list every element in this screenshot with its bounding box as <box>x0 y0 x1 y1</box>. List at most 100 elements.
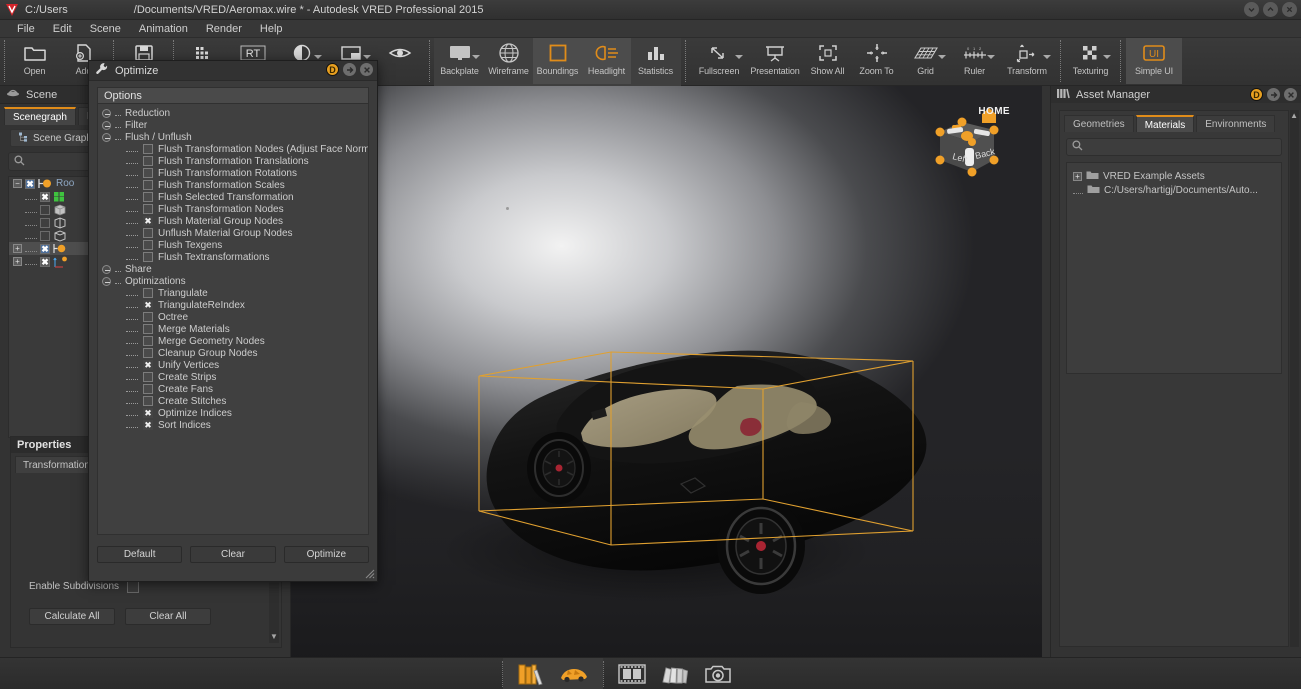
toolbar-button-transform[interactable]: Transform <box>999 38 1055 84</box>
options-leaf-row[interactable]: Flush Transformation Nodes <box>98 203 368 215</box>
enable-subdivisions-checkbox[interactable] <box>127 580 140 593</box>
optimize-dialog[interactable]: Optimize D Options Reduction Filter Flush … <box>88 60 378 582</box>
tree-visibility-checkbox[interactable]: ✖ <box>40 256 50 267</box>
toolbar-button-open[interactable]: Open <box>10 38 59 84</box>
toolbar-button-visible[interactable] <box>375 38 424 84</box>
menu-file[interactable]: File <box>8 20 44 38</box>
cards-icon[interactable] <box>660 664 690 684</box>
options-leaf-row[interactable]: Flush Transformation Rotations <box>98 167 368 179</box>
options-leaf-row[interactable]: Flush Transformation Scales <box>98 179 368 191</box>
collapse-icon[interactable] <box>102 276 111 286</box>
library-books-icon[interactable] <box>517 662 545 686</box>
clear-all-button[interactable]: Clear All <box>125 608 211 625</box>
chevron-down-icon[interactable] <box>1103 55 1111 59</box>
options-category-row[interactable]: Filter <box>98 119 368 131</box>
toolbar-button-show-all[interactable]: Show All <box>803 38 852 84</box>
options-leaf-row[interactable]: Create Fans <box>98 383 368 395</box>
options-leaf-row[interactable]: Unflush Material Group Nodes <box>98 227 368 239</box>
dock-badge-d-icon[interactable]: D <box>326 63 339 76</box>
default-button[interactable]: Default <box>97 546 183 563</box>
tab-scenegraph[interactable]: Scenegraph <box>4 107 76 125</box>
option-checkbox[interactable] <box>143 168 153 178</box>
3d-viewport[interactable]: HOME Left Back <box>291 86 1042 657</box>
options-category-row[interactable]: Flush / Unflush <box>98 131 368 143</box>
menu-help[interactable]: Help <box>251 20 292 38</box>
close-button[interactable] <box>1282 2 1297 17</box>
option-checkbox[interactable] <box>143 216 153 226</box>
close-circle-icon[interactable] <box>1284 88 1297 101</box>
list-item[interactable]: C:/Users/hartigj/Documents/Auto... <box>1073 183 1281 197</box>
calculate-all-button[interactable]: Calculate All <box>29 608 115 625</box>
option-checkbox[interactable] <box>143 348 153 358</box>
option-checkbox[interactable] <box>143 144 153 154</box>
options-leaf-row[interactable]: Flush Transformation Nodes (Adjust Face … <box>98 143 368 155</box>
menu-animation[interactable]: Animation <box>130 20 197 38</box>
clear-button[interactable]: Clear <box>190 546 276 563</box>
resize-grip-icon[interactable] <box>361 565 375 579</box>
minimize-button[interactable] <box>1244 2 1259 17</box>
tree-expander-icon[interactable]: + <box>1073 171 1082 181</box>
chevron-down-icon[interactable] <box>1043 55 1051 59</box>
tree-visibility-checkbox[interactable] <box>40 217 50 228</box>
option-checkbox[interactable] <box>143 408 153 418</box>
car-model-icon[interactable] <box>559 664 589 684</box>
options-leaf-row[interactable]: Triangulate <box>98 287 368 299</box>
chevron-down-icon[interactable] <box>363 55 371 59</box>
options-leaf-row[interactable]: Flush Material Group Nodes <box>98 215 368 227</box>
options-category-row[interactable]: Share <box>98 263 368 275</box>
camera-icon[interactable] <box>704 663 732 685</box>
tree-visibility-checkbox[interactable]: ✖ <box>40 243 50 254</box>
options-leaf-row[interactable]: Octree <box>98 311 368 323</box>
menu-render[interactable]: Render <box>197 20 251 38</box>
options-leaf-row[interactable]: TriangulateReIndex <box>98 299 368 311</box>
expand-icon[interactable] <box>102 120 111 130</box>
optimize-dialog-titlebar[interactable]: Optimize D <box>89 61 377 81</box>
option-checkbox[interactable] <box>143 240 153 250</box>
options-leaf-row[interactable]: Flush Selected Transformation <box>98 191 368 203</box>
option-checkbox[interactable] <box>143 372 153 382</box>
list-item[interactable]: + VRED Example Assets <box>1073 169 1281 183</box>
menu-edit[interactable]: Edit <box>44 20 81 38</box>
options-leaf-row[interactable]: Create Strips <box>98 371 368 383</box>
view-navigation-cube[interactable]: HOME Left Back <box>932 104 1010 182</box>
toolbar-button-backplate[interactable]: Backplate <box>435 38 484 84</box>
options-category-row[interactable]: Optimizations <box>98 275 368 287</box>
chevron-down-icon[interactable] <box>472 55 480 59</box>
option-checkbox[interactable] <box>143 204 153 214</box>
option-checkbox[interactable] <box>143 156 153 166</box>
tree-visibility-checkbox[interactable]: ✖ <box>25 178 35 189</box>
tab-materials[interactable]: Materials <box>1135 115 1195 132</box>
toolbar-button-texturing[interactable]: Texturing <box>1066 38 1115 84</box>
navcube-home-label[interactable]: HOME <box>978 106 1010 117</box>
option-checkbox[interactable] <box>143 336 153 346</box>
collapse-icon[interactable] <box>102 132 111 142</box>
film-strip-icon[interactable] <box>618 663 646 685</box>
optimize-button[interactable]: Optimize <box>283 546 369 563</box>
chevron-down-icon[interactable] <box>735 55 743 59</box>
chevron-up-icon[interactable]: ▲ <box>1290 112 1298 120</box>
toolbar-button-wireframe[interactable]: Wireframe <box>484 38 533 84</box>
tab-environments[interactable]: Environments <box>1196 115 1276 132</box>
expand-icon[interactable] <box>102 108 111 118</box>
chevron-down-icon[interactable] <box>987 55 995 59</box>
expand-icon[interactable] <box>102 264 111 274</box>
tab-geometries[interactable]: Geometries <box>1064 115 1134 132</box>
toolbar-button-grid[interactable]: Grid <box>901 38 950 84</box>
maximize-button[interactable] <box>1263 2 1278 17</box>
options-leaf-row[interactable]: Sort Indices <box>98 419 368 431</box>
toolbar-button-ruler[interactable]: 012 Ruler <box>950 38 999 84</box>
toolbar-button-simple-ui[interactable]: UI Simple UI <box>1126 38 1182 84</box>
arrow-right-circle-icon[interactable] <box>343 63 356 76</box>
asset-tree[interactable]: + VRED Example Assets C:/Users/hartigj/D… <box>1066 162 1282 374</box>
option-checkbox[interactable] <box>143 396 153 406</box>
tab-transformation[interactable]: Transformation <box>15 456 98 473</box>
menu-scene[interactable]: Scene <box>81 20 130 38</box>
option-checkbox[interactable] <box>143 180 153 190</box>
options-leaf-row[interactable]: Unify Vertices <box>98 359 368 371</box>
tree-expander-icon[interactable]: + <box>13 244 22 253</box>
tree-visibility-checkbox[interactable] <box>40 204 50 215</box>
options-leaf-row[interactable]: Flush Textransformations <box>98 251 368 263</box>
toolbar-button-headlight[interactable]: Headlight <box>582 38 631 84</box>
tree-expander-icon[interactable]: + <box>13 257 22 266</box>
toolbar-button-boundings[interactable]: Boundings <box>533 38 582 84</box>
